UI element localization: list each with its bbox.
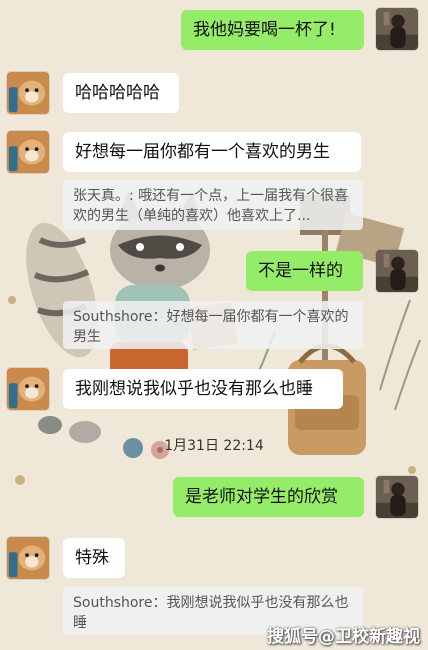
own-avatar[interactable] — [375, 7, 419, 51]
contact-avatar[interactable] — [6, 130, 50, 174]
contact-avatar[interactable] — [6, 367, 50, 411]
quoted-message[interactable]: 张天真。: 哦还有一个点，上一届我有个很喜欢的男生（单纯的喜欢）他喜欢上了... — [63, 180, 363, 230]
quoted-message[interactable]: Southshore：好想每一届你都有一个喜欢的男生 — [63, 301, 363, 349]
message-bubble-incoming[interactable]: 我刚想说我似乎也没有那么也睡 — [63, 369, 343, 409]
message-bubble-outgoing[interactable]: 我他妈要喝一杯了! — [181, 10, 364, 50]
message-bubble-outgoing[interactable]: 不是一样的 — [246, 251, 363, 291]
contact-avatar[interactable] — [6, 536, 50, 580]
watermark: 搜狐号@卫校新趣视 — [267, 627, 420, 647]
message-bubble-incoming[interactable]: 哈哈哈哈哈 — [63, 73, 179, 113]
message-bubble-incoming[interactable]: 特殊 — [63, 538, 125, 578]
timestamp: 1月31日 22:14 — [164, 438, 264, 454]
message-bubble-outgoing[interactable]: 是老师对学生的欣赏 — [173, 477, 364, 517]
message-bubble-incoming[interactable]: 好想每一届你都有一个喜欢的男生 — [63, 132, 361, 172]
contact-avatar[interactable] — [6, 71, 50, 115]
own-avatar[interactable] — [375, 249, 419, 293]
own-avatar[interactable] — [375, 475, 419, 519]
